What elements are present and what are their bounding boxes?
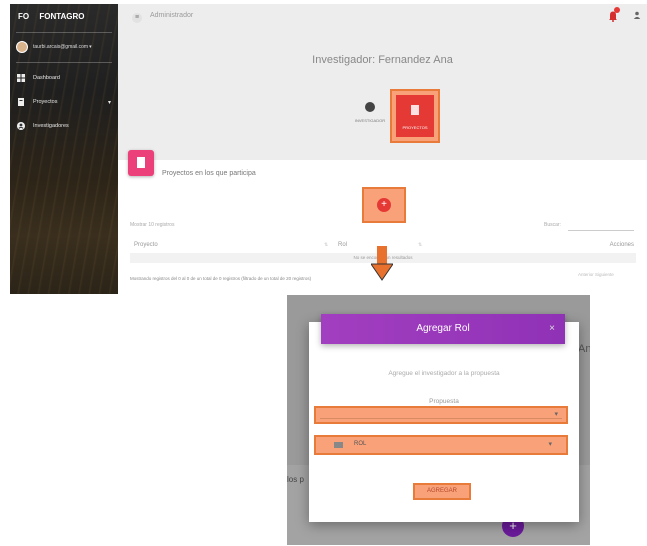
brand-short: FO xyxy=(18,12,30,21)
chevron-down-icon: ▾ xyxy=(89,44,92,50)
arrow-down-icon xyxy=(370,246,394,282)
column-header-proyecto[interactable]: Proyecto xyxy=(134,242,158,248)
sidebar-item-investigadores[interactable]: Investigadores xyxy=(17,122,113,130)
chevron-down-icon: ▾ xyxy=(548,441,552,448)
tab-label: PROYECTOS xyxy=(402,125,428,130)
agregar-rol-modal: Agregar Rol × Agregue el investigador a … xyxy=(309,314,579,522)
notification-badge xyxy=(614,7,620,13)
modal-screenshot: Ana los p + Agregar Rol × Agregue el inv… xyxy=(287,295,590,545)
dashboard-icon xyxy=(17,74,25,82)
card-title: Proyectos en los que participa xyxy=(162,170,256,177)
add-project-highlight: + xyxy=(362,187,406,223)
chevron-down-icon: ▾ xyxy=(107,99,111,106)
sidebar: FO FONTAGRO taurbi.arcais@gmail.com ▾ Da… xyxy=(10,4,118,294)
role-icon xyxy=(334,442,343,448)
rol-select[interactable]: ROL ▾ xyxy=(314,435,568,455)
search-input[interactable] xyxy=(568,230,634,231)
document-icon xyxy=(137,157,145,168)
card-header-icon xyxy=(128,150,154,176)
chevron-down-icon: ▾ xyxy=(554,411,558,418)
background-text: Ana xyxy=(578,343,590,355)
brand[interactable]: FO FONTAGRO xyxy=(10,4,118,32)
avatar xyxy=(16,41,28,53)
user-icon[interactable] xyxy=(633,11,641,21)
select-underline xyxy=(320,418,562,419)
propuesta-label: Propuesta xyxy=(429,398,459,405)
user-menu[interactable]: taurbi.arcais@gmail.com ▾ xyxy=(16,41,92,53)
column-header-acciones: Acciones xyxy=(609,242,634,248)
brand-name: FONTAGRO xyxy=(39,12,85,21)
modal-subtitle: Agregue el investigador a la propuesta xyxy=(388,370,500,377)
person-icon xyxy=(17,122,25,130)
column-header-rol[interactable]: Rol xyxy=(338,242,347,248)
document-icon xyxy=(411,105,419,115)
sidebar-divider xyxy=(16,62,112,63)
tab-investigador[interactable]: INVESTIGADOR xyxy=(354,102,386,123)
propuesta-select[interactable]: ▾ xyxy=(314,406,568,424)
tab-proyectos[interactable]: PROYECTOS xyxy=(390,89,440,143)
menu-icon[interactable]: ≡ xyxy=(132,13,142,23)
sidebar-item-label: Proyectos xyxy=(33,99,58,105)
modal-header: Agregar Rol × xyxy=(321,314,565,344)
pagination[interactable]: Anterior Siguiente xyxy=(578,272,614,277)
sidebar-item-label: Investigadores xyxy=(33,123,69,129)
agregar-button[interactable]: AGREGAR xyxy=(413,483,471,500)
person-icon xyxy=(365,102,375,112)
sidebar-item-proyectos[interactable]: Proyectos ▾ xyxy=(17,98,113,106)
rol-select-value: ROL xyxy=(354,441,367,447)
tab-proyectos-active: PROYECTOS xyxy=(396,95,434,137)
folder-icon xyxy=(17,98,25,106)
top-bar: ≡ Administrador xyxy=(118,4,647,30)
sidebar-item-label: Dashboard xyxy=(33,75,60,81)
modal-title: Agregar Rol xyxy=(416,323,470,334)
background-text: los p xyxy=(287,475,304,484)
sidebar-divider xyxy=(16,32,112,33)
user-email: taurbi.arcais@gmail.com xyxy=(33,44,89,50)
table-info: Mostrando registros del 0 al 0 de un tot… xyxy=(130,276,312,281)
tab-label: INVESTIGADOR xyxy=(354,118,386,123)
sort-icon: ⇅ xyxy=(324,242,329,248)
admin-screenshot: FO FONTAGRO taurbi.arcais@gmail.com ▾ Da… xyxy=(10,4,647,294)
add-project-button[interactable]: + xyxy=(377,198,391,212)
close-icon[interactable]: × xyxy=(549,314,555,344)
sidebar-item-dashboard[interactable]: Dashboard xyxy=(17,74,113,82)
page-title: Administrador xyxy=(150,12,194,19)
page-length-select[interactable]: Mostrar 10 registros xyxy=(130,222,174,228)
sort-icon: ⇅ xyxy=(418,242,423,248)
search-label: Buscar: xyxy=(544,222,561,228)
investigador-heading: Investigador: Fernandez Ana xyxy=(312,54,453,66)
